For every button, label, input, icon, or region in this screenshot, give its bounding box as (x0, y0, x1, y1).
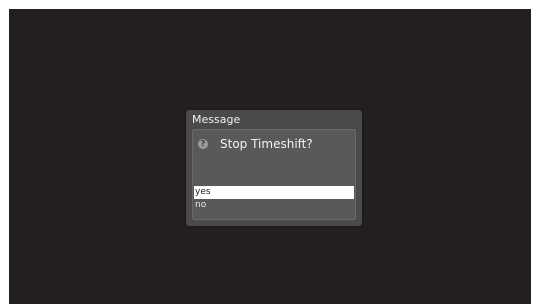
dialog-question: Stop Timeshift? (220, 137, 313, 151)
option-list: yes no (194, 186, 354, 212)
question-icon: ? (198, 139, 208, 149)
message-dialog: Message ? Stop Timeshift? yes no (186, 110, 362, 226)
page: Message ? Stop Timeshift? yes no (0, 0, 538, 304)
dialog-title: Message (192, 113, 241, 126)
option-no[interactable]: no (194, 199, 354, 212)
dialog-body: ? Stop Timeshift? yes no (192, 129, 356, 220)
option-yes[interactable]: yes (194, 186, 354, 199)
